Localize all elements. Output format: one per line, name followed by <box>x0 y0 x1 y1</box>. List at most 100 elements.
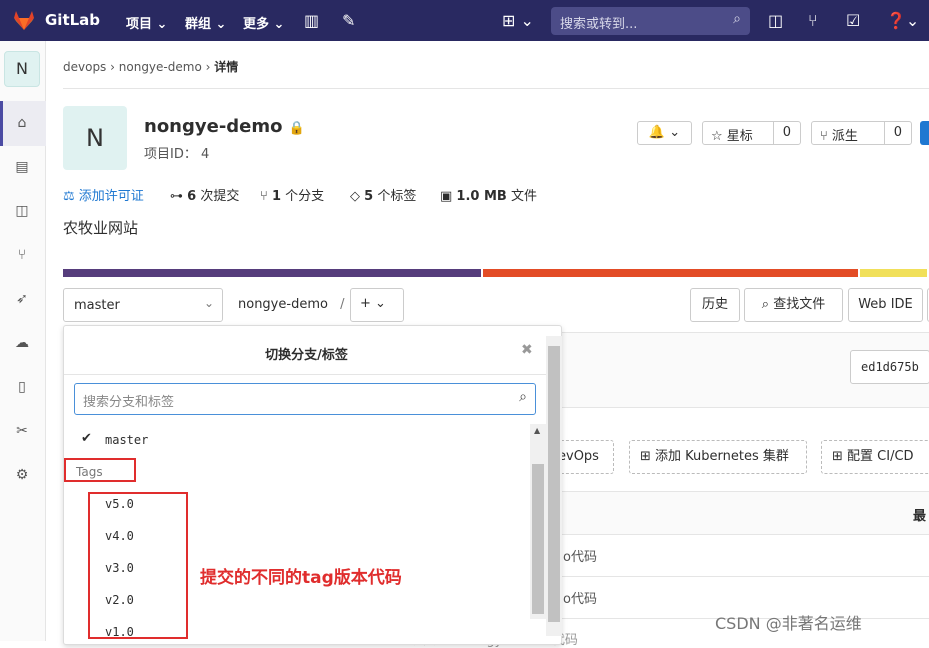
scroll-up-icon[interactable]: ▲ <box>534 426 540 435</box>
fork-button[interactable]: ⑂ 派生 0 <box>811 121 912 145</box>
tag-list-highlight <box>88 492 188 639</box>
dropdown-divider <box>64 374 549 375</box>
sidebar-project-avatar[interactable]: N <box>4 51 40 87</box>
branch-search-placeholder: 搜索分支和标签 <box>83 395 175 410</box>
nav-more[interactable]: 更多 ⌄ <box>243 13 284 32</box>
file-row-commit[interactable]: o代码 <box>563 588 597 607</box>
rocket-icon[interactable]: ➶ <box>12 291 32 307</box>
search-input[interactable]: 搜索或转到... ⌕ <box>551 7 750 35</box>
tags-header-highlight <box>64 458 136 482</box>
commit-icon: ⊶ <box>170 189 188 204</box>
branch-select[interactable]: master ⌄ <box>63 288 223 322</box>
nav-projects[interactable]: 项目 ⌄ <box>126 13 167 32</box>
dropdown-list-scrollbar[interactable]: ▲ <box>530 424 546 619</box>
watermark: CSDN @非著名运维 <box>715 614 862 633</box>
search-placeholder: 搜索或转到... <box>560 17 638 32</box>
repository-language-bar <box>63 269 929 277</box>
add-k8s-label: 添加 Kubernetes 集群 <box>655 449 789 464</box>
setup-cicd-label: 配置 CI/CD <box>847 449 914 464</box>
chart-icon[interactable]: ▥ <box>304 11 319 30</box>
search-icon: ⌕ <box>761 297 774 312</box>
size-stat: ▣ 1.0 MB 文件 <box>440 185 537 204</box>
snippets-icon[interactable]: ✂ <box>12 423 32 439</box>
web-ide-button[interactable]: Web IDE <box>848 288 923 322</box>
nav-groups[interactable]: 群组 ⌄ <box>185 13 226 32</box>
file-row-commit[interactable]: o代码 <box>563 546 597 565</box>
column-last-update: 最 <box>913 509 927 524</box>
home-icon[interactable]: ⌂ <box>12 115 32 131</box>
repo-path-name[interactable]: nongye-demo <box>238 297 328 312</box>
close-icon[interactable]: ✖ <box>521 342 533 358</box>
add-file-dropdown[interactable]: + ⌄ <box>350 288 404 322</box>
language-segment <box>63 269 481 277</box>
file-icon[interactable]: ▤ <box>12 159 32 175</box>
brand-name[interactable]: GitLab <box>45 11 100 29</box>
branch-icon: ⑂ <box>260 189 272 204</box>
star-count[interactable]: 0 <box>772 122 800 144</box>
branch-search-input[interactable]: 搜索分支和标签 ⌕ <box>74 383 536 415</box>
add-file-label: + ⌄ <box>360 296 386 311</box>
history-button[interactable]: 历史 <box>690 288 740 322</box>
plus-square-icon: ⊞ <box>832 449 848 464</box>
plus-square-icon: ⊞ <box>640 449 656 464</box>
size-value: 1.0 MB <box>456 189 507 204</box>
wrench-icon[interactable]: ✎ <box>342 11 355 30</box>
merge-request-icon[interactable]: ⑂ <box>808 11 818 30</box>
license-link[interactable]: ⚖ 添加许可证 <box>63 185 144 204</box>
top-navbar: GitLab 项目 ⌄ 群组 ⌄ 更多 ⌄ ▥ ✎ ⊞ ⌄ 搜索或转到... ⌕… <box>0 0 929 41</box>
project-title: nongye-demo 🔒 <box>144 116 305 137</box>
dropdown-scrollbar[interactable] <box>546 336 562 636</box>
tags-count: 5 <box>364 189 374 204</box>
star-label: ☆ 星标 <box>711 129 753 144</box>
breadcrumb: devops › nongye-demo › 详情 <box>63 58 238 75</box>
notification-button[interactable]: 🔔 ⌄ <box>637 121 692 145</box>
breadcrumb-separator: › <box>110 60 119 74</box>
commits-count: 6 <box>187 189 197 204</box>
tag-icon: ◇ <box>350 189 365 204</box>
commits-label: 次提交 <box>200 189 240 204</box>
breadcrumb-divider <box>63 88 929 89</box>
gitlab-logo-icon[interactable] <box>12 8 36 32</box>
tags-stat[interactable]: ◇ 5 个标签 <box>350 185 416 204</box>
search-icon: ⌕ <box>519 389 527 405</box>
breadcrumb-current: 详情 <box>214 60 239 74</box>
fork-count[interactable]: 0 <box>883 122 911 144</box>
find-file-label: 查找文件 <box>773 297 826 312</box>
branches-label: 个分支 <box>285 189 325 204</box>
clone-button[interactable] <box>920 121 929 145</box>
merge-request-icon[interactable]: ⑂ <box>12 247 32 263</box>
issues-icon[interactable]: ◫ <box>12 203 32 219</box>
dropdown-scroll-thumb[interactable] <box>548 346 560 622</box>
license-label: 添加许可证 <box>78 189 144 204</box>
project-id: 项目ID： 4 <box>144 147 210 162</box>
language-segment <box>483 269 858 277</box>
find-file-button[interactable]: ⌕ 查找文件 <box>744 288 843 322</box>
search-icon: ⌕ <box>733 11 741 27</box>
check-icon: ✔ <box>81 431 92 446</box>
repo-path: nongye-demo / <box>238 297 344 312</box>
breadcrumb-project[interactable]: nongye-demo <box>119 60 202 74</box>
branches-stat[interactable]: ⑂ 1 个分支 <box>260 185 324 204</box>
commits-stat[interactable]: ⊶ 6 次提交 <box>170 185 239 204</box>
add-k8s-button[interactable]: ⊞ 添加 Kubernetes 集群 <box>629 440 807 474</box>
issues-icon[interactable]: ◫ <box>768 11 783 30</box>
breadcrumb-devops[interactable]: devops <box>63 60 106 74</box>
package-icon[interactable]: ▯ <box>12 379 32 395</box>
star-button[interactable]: ☆ 星标 0 <box>702 121 801 145</box>
commit-sha[interactable]: ed1d675b <box>850 350 929 384</box>
storage-icon: ▣ <box>440 189 457 204</box>
todo-icon[interactable]: ☑ <box>846 11 860 30</box>
operations-icon[interactable]: ☁ <box>12 335 32 351</box>
language-segment <box>860 269 927 277</box>
setup-cicd-button[interactable]: ⊞ 配置 CI/CD <box>821 440 929 474</box>
path-separator: / <box>340 297 345 312</box>
plus-square-icon[interactable]: ⊞ ⌄ <box>502 11 534 30</box>
dropdown-list-scroll-thumb[interactable] <box>532 464 544 614</box>
settings-icon[interactable]: ⚙ <box>12 467 32 483</box>
project-description: 农牧业网站 <box>63 219 139 237</box>
breadcrumb-separator: › <box>205 60 215 74</box>
branch-item-master[interactable]: master <box>105 433 148 447</box>
help-icon[interactable]: ❓⌄ <box>886 11 919 30</box>
scale-icon: ⚖ <box>63 189 79 204</box>
file-table-header: 最 <box>562 491 929 535</box>
